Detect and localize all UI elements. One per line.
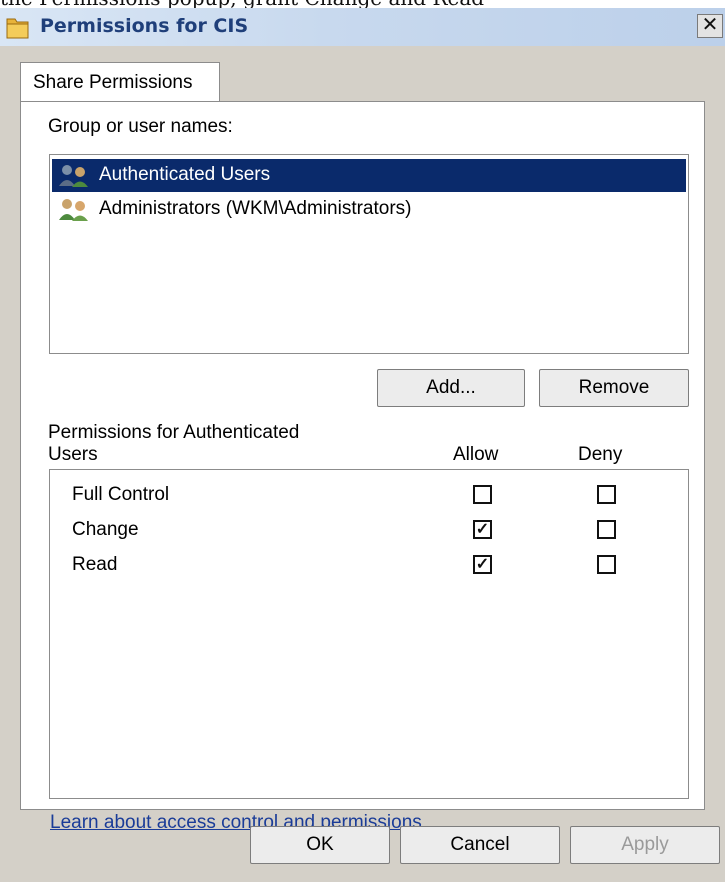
remove-button[interactable]: Remove	[539, 369, 689, 407]
ok-button[interactable]: OK	[250, 826, 390, 864]
title-bar: Permissions for CIS ✕	[0, 8, 725, 46]
list-item-authenticated-users[interactable]: Authenticated Users	[52, 159, 686, 192]
deny-column-header: Deny	[578, 444, 623, 465]
group-user-list[interactable]: Authenticated Users Administrators (WKM\…	[49, 154, 689, 354]
cancel-button[interactable]: Cancel	[400, 826, 560, 864]
share-permissions-panel: Group or user names: Authenticated Users	[20, 101, 705, 833]
change-allow-checkbox[interactable]: ✓	[473, 520, 492, 539]
read-allow-checkbox[interactable]: ✓	[473, 555, 492, 574]
permission-row-change: Change ✓	[50, 515, 686, 549]
full-control-deny-checkbox[interactable]	[597, 485, 616, 504]
permission-row-full-control: Full Control	[50, 480, 686, 514]
group-list-label: Group or user names:	[48, 116, 233, 137]
users-icon	[59, 165, 88, 187]
cropped-instruction-text: the Permissions popup, grant Change and …	[0, 0, 725, 8]
permissions-dialog: Share Permissions Group or user names: A…	[0, 46, 725, 882]
permission-label: Change	[72, 519, 139, 540]
allow-column-header: Allow	[453, 444, 499, 465]
list-item-label: Administrators (WKM\Administrators)	[99, 198, 412, 219]
permission-row-read: Read ✓	[50, 550, 686, 584]
close-button[interactable]: ✕	[697, 14, 723, 38]
full-control-allow-checkbox[interactable]	[473, 485, 492, 504]
add-button[interactable]: Add...	[377, 369, 525, 407]
permissions-list: Full Control Change ✓ Read ✓	[49, 469, 689, 799]
users-icon	[59, 199, 88, 221]
change-deny-checkbox[interactable]	[597, 520, 616, 539]
read-deny-checkbox[interactable]	[597, 555, 616, 574]
list-item-administrators[interactable]: Administrators (WKM\Administrators)	[52, 193, 686, 226]
apply-button[interactable]: Apply	[570, 826, 720, 864]
permission-label: Full Control	[72, 484, 170, 505]
window-title: Permissions for CIS	[40, 15, 249, 37]
permissions-label: Permissions for Authenticated Users	[48, 422, 300, 465]
list-item-label: Authenticated Users	[99, 164, 271, 185]
folder-icon	[6, 18, 29, 39]
tab-share-permissions[interactable]: Share Permissions	[20, 62, 220, 102]
permission-label: Read	[72, 554, 118, 575]
